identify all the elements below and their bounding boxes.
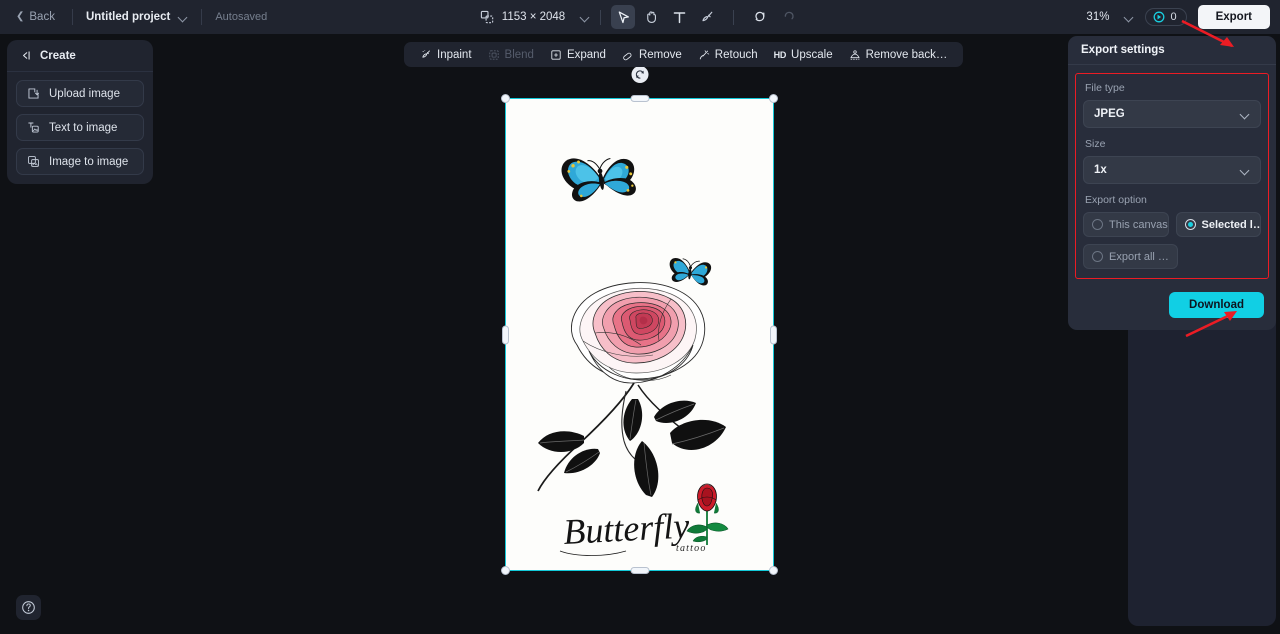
canvas-edit-toolbar: Inpaint Blend Expand Remove Retouch HD U… <box>404 42 964 67</box>
sidebar-item-image-to-image[interactable]: Image to image <box>16 148 144 175</box>
toolbar-item-remove[interactable]: Remove <box>614 46 690 64</box>
select-tool-button[interactable] <box>611 5 636 29</box>
chevron-down-icon <box>1241 166 1250 175</box>
toolbar-item-retouch[interactable]: Retouch <box>690 46 766 64</box>
canvas-size-label[interactable]: 1153 × 2048 <box>502 11 565 23</box>
credits-count: 0 <box>1170 11 1177 23</box>
redo-button[interactable] <box>776 5 800 29</box>
brush-tool-button[interactable] <box>695 5 719 29</box>
app-root: ❮ Back Untitled project Autosaved 1153 ×… <box>0 0 1280 634</box>
blend-icon <box>488 49 500 61</box>
export-option-selected-layer[interactable]: Selected l… <box>1175 212 1261 237</box>
text-to-image-icon <box>27 121 40 134</box>
resize-handle-top[interactable] <box>630 95 649 102</box>
header-right-group: 31% 0 Export <box>1086 0 1270 34</box>
zoom-level-label[interactable]: 31% <box>1086 11 1109 23</box>
size-label: Size <box>1085 138 1106 150</box>
toolbar-item-label: Blend <box>504 48 534 61</box>
resize-handle-bottom-right[interactable] <box>769 566 778 575</box>
toolbar-item-label: Remove <box>638 48 682 61</box>
canvas-size-group[interactable]: 1153 × 2048 <box>480 10 590 25</box>
chevron-down-icon <box>1241 110 1250 119</box>
sidebar-title: Create <box>40 49 76 62</box>
artwork-script-title: Butterfly <box>562 505 690 552</box>
export-button[interactable]: Export <box>1197 5 1270 29</box>
upload-image-icon <box>27 87 40 100</box>
export-option-row-1: This canvas Selected l… <box>1083 212 1261 237</box>
toolbar-item-expand[interactable]: Expand <box>542 46 614 64</box>
canvas-size-icon <box>480 10 495 25</box>
download-row: Download <box>1068 279 1276 318</box>
resize-handle-top-right[interactable] <box>769 94 778 103</box>
collapse-panel-icon[interactable] <box>19 49 32 62</box>
export-option-label-text: Selected l… <box>1201 218 1261 231</box>
sidebar-item-label: Image to image <box>49 155 129 168</box>
sidebar-item-upload-image[interactable]: Upload image <box>16 80 144 107</box>
credits-badge[interactable]: 0 <box>1145 8 1187 26</box>
download-button[interactable]: Download <box>1169 292 1264 318</box>
resize-handle-right[interactable] <box>770 325 777 344</box>
export-settings-title: Export settings <box>1068 36 1276 65</box>
hd-icon: HD <box>773 49 787 60</box>
sidebar-item-text-to-image[interactable]: Text to image <box>16 114 144 141</box>
toolbar-item-upscale[interactable]: HD Upscale <box>766 46 841 64</box>
chevron-down-icon[interactable] <box>1125 13 1134 22</box>
tool-group <box>611 5 800 29</box>
divider <box>600 9 602 25</box>
eraser-icon <box>622 49 634 61</box>
resize-handle-top-left[interactable] <box>501 94 510 103</box>
divider <box>733 9 735 25</box>
resize-handle-bottom-left[interactable] <box>501 566 510 575</box>
remove-background-icon <box>849 49 861 61</box>
export-option-label-text: This canvas <box>1109 218 1168 231</box>
file-type-label: File type <box>1085 82 1125 94</box>
artwork-script-subtitle: tattoo <box>676 543 707 554</box>
retouch-icon <box>698 49 710 61</box>
hand-tool-button[interactable] <box>639 5 663 29</box>
size-select[interactable]: 1x <box>1083 156 1261 184</box>
toolbar-item-label: Inpaint <box>437 48 472 61</box>
toolbar-item-label: Retouch <box>714 48 758 61</box>
export-settings-highlight-box: File type JPEG Size 1x Export option Thi… <box>1075 73 1269 279</box>
file-type-select[interactable]: JPEG <box>1083 100 1261 128</box>
export-option-label: Export option <box>1085 194 1147 206</box>
chevron-down-icon[interactable] <box>581 13 590 22</box>
undo-button[interactable] <box>748 5 772 29</box>
export-option-row-2: Export all … <box>1083 244 1261 269</box>
radio-icon-selected <box>1184 219 1196 230</box>
help-button[interactable] <box>16 595 41 620</box>
toolbar-item-label: Expand <box>566 48 606 61</box>
selected-layer-frame[interactable]: Butterfly tattoo <box>501 66 778 575</box>
file-type-value: JPEG <box>1094 108 1125 120</box>
expand-icon <box>550 49 562 61</box>
text-tool-button[interactable] <box>667 5 691 29</box>
toolbar-item-label: Remove back… <box>865 48 948 61</box>
image-to-image-icon <box>27 155 40 168</box>
top-header: ❮ Back Untitled project Autosaved 1153 ×… <box>0 0 1280 34</box>
rotate-handle[interactable] <box>631 66 648 83</box>
left-sidebar: Create Upload image Text to image Image … <box>7 40 153 184</box>
export-option-export-all[interactable]: Export all … <box>1083 244 1178 269</box>
radio-icon <box>1092 219 1103 230</box>
export-option-this-canvas[interactable]: This canvas <box>1083 212 1169 237</box>
inpaint-icon <box>420 49 432 61</box>
toolbar-item-label: Upscale <box>791 48 833 61</box>
credit-coin-icon <box>1153 11 1165 23</box>
sidebar-item-label: Upload image <box>49 87 120 100</box>
size-value: 1x <box>1094 164 1107 176</box>
zoom-control[interactable]: 31% <box>1086 11 1134 23</box>
toolbar-item-remove-background[interactable]: Remove back… <box>841 46 956 64</box>
export-settings-panel: Export settings File type JPEG Size 1x E… <box>1068 36 1276 330</box>
toolbar-item-inpaint[interactable]: Inpaint <box>412 46 480 64</box>
export-option-label-text: Export all … <box>1109 250 1169 263</box>
toolbar-item-blend: Blend <box>480 46 542 64</box>
sidebar-item-label: Text to image <box>49 121 118 134</box>
sidebar-items: Upload image Text to image Image to imag… <box>7 72 153 175</box>
radio-icon <box>1092 251 1103 262</box>
resize-handle-left[interactable] <box>502 325 509 344</box>
tattoo-design-artwork: Butterfly tattoo <box>506 99 773 570</box>
artwork-canvas[interactable]: Butterfly tattoo <box>505 98 774 571</box>
sidebar-header: Create <box>7 40 153 72</box>
resize-handle-bottom[interactable] <box>630 567 649 574</box>
